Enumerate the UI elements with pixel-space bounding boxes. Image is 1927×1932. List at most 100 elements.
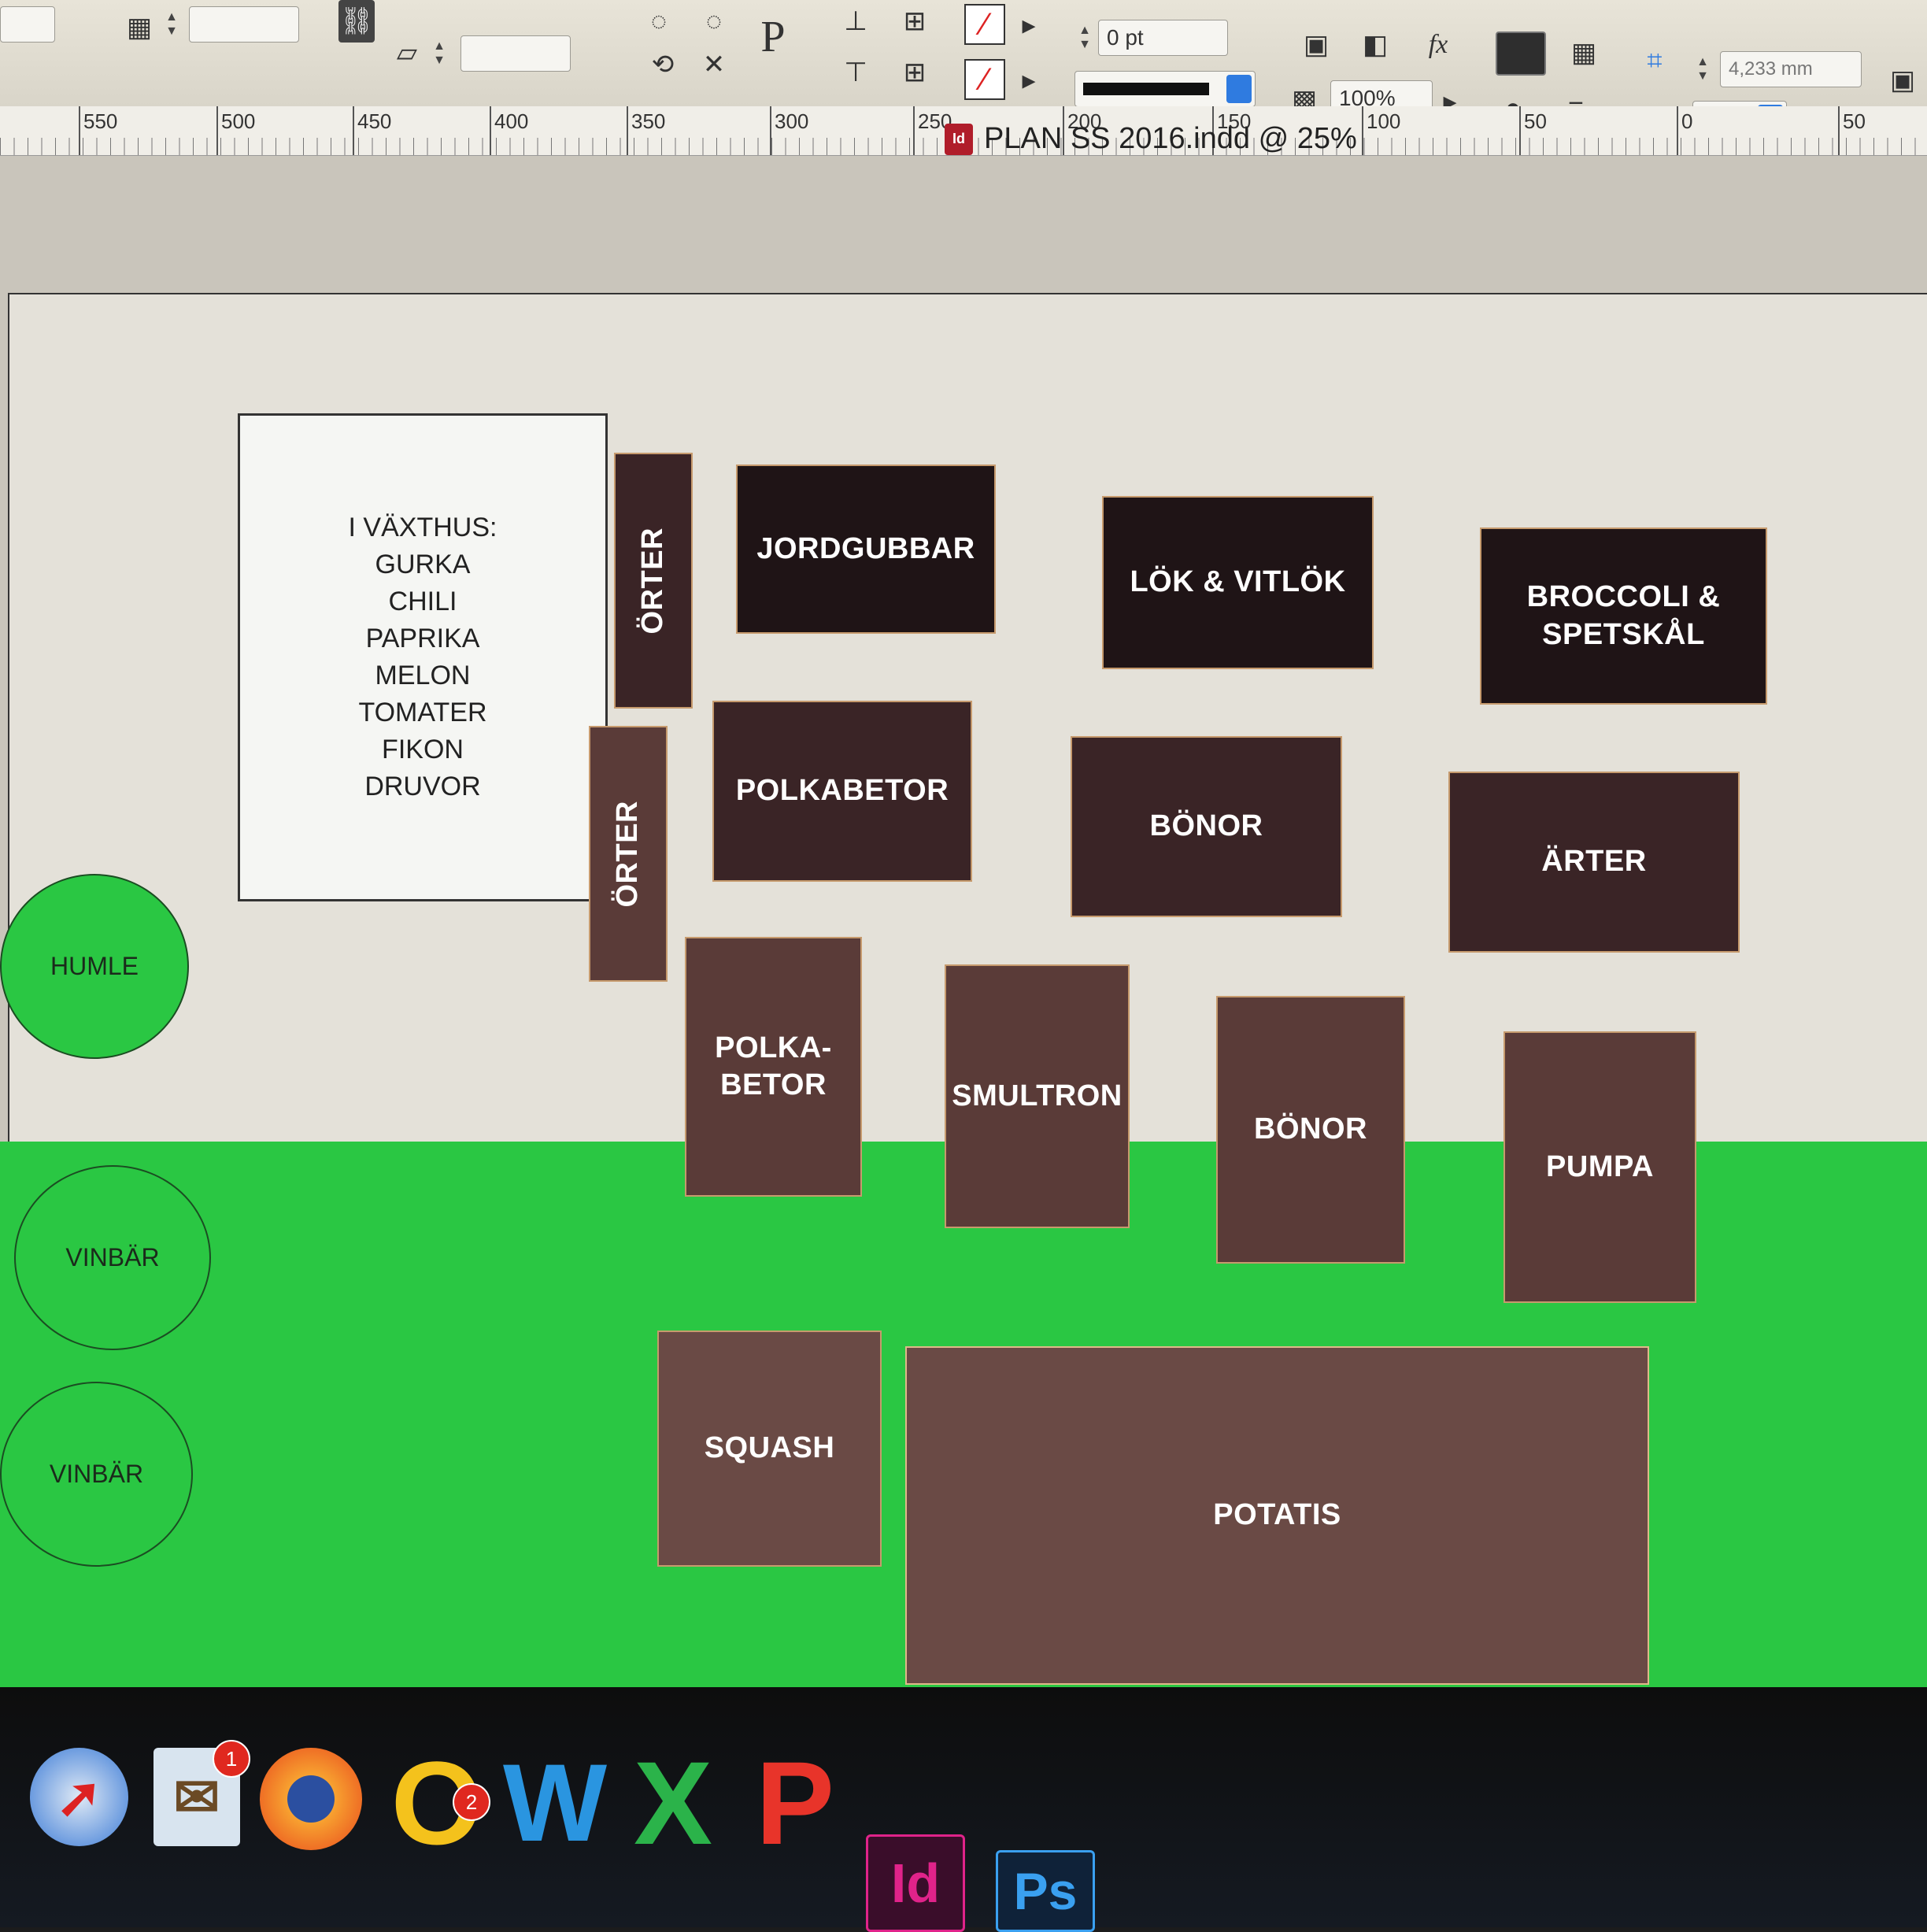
app-letter: Ps [1013,1862,1078,1920]
indesign-icon[interactable]: Id [866,1834,965,1932]
bed-jordgubbar[interactable]: JORDGUBBAR [736,464,996,634]
stroke-swatch-none-icon[interactable]: ⁄ [964,59,1005,100]
fill-swatch-none-icon[interactable]: ⁄ [964,4,1005,45]
flip-icon[interactable]: ⟲ [642,43,684,86]
distribute-icon[interactable]: ⊞ [893,0,936,43]
rotate-icon[interactable]: ◌ [638,0,680,43]
app-letter: X [633,1736,713,1869]
frame-fitting-icon[interactable]: ▣ [1295,24,1337,66]
bed-label: PUMPA [1546,1149,1654,1183]
chain-link-icon[interactable]: ⛓ [338,0,375,43]
align-top-icon[interactable]: ⊥ [834,0,877,43]
ruler-label: 550 [83,109,118,133]
bed-label: JORDGUBBAR [756,531,975,565]
indesign-file-icon: Id [945,123,973,155]
greenhouse-item: MELON [375,661,471,690]
bed-bonor-bottom[interactable]: BÖNOR [1216,996,1405,1264]
bed-label: SPETSKÅL [1542,617,1705,651]
bush-label: HUMLE [50,952,139,980]
spinner[interactable]: ▲ ▼ [429,35,449,72]
bed-bonor-top[interactable]: BÖNOR [1071,736,1342,917]
bed-arter[interactable]: ÄRTER [1448,772,1740,953]
bush-humle[interactable]: HUMLE [0,874,189,1059]
ruler-label: 0 [1681,109,1693,133]
bed-label: LÖK & VITLÖK [1130,565,1346,599]
shear-icon[interactable]: ▱ [386,31,428,74]
bed-broccoli[interactable]: BROCCOLI & SPETSKÅL [1480,527,1767,705]
greenhouse-box[interactable]: I VÄXTHUS: GURKA CHILI PAPRIKA MELON TOM… [238,413,608,901]
bed-label: BETOR [720,1068,827,1101]
shear-field[interactable] [460,35,571,72]
document-tab[interactable]: Id PLAN SS 2016.indd @ 25% [945,122,1357,156]
rotate-cw-icon[interactable]: ◌ [693,0,735,43]
app-letter: P [755,1736,835,1869]
constrain-icon[interactable]: ▦ [118,6,161,49]
greenhouse-heading: I VÄXTHUS: [348,513,497,542]
safari-icon[interactable]: ➚ [30,1748,128,1846]
ruler-label: 50 [1843,109,1866,133]
bed-polka-betor[interactable]: POLKA- BETOR [685,937,862,1197]
herb-bed-top[interactable]: ÖRTER [614,453,693,709]
greenhouse-item: DRUVOR [364,772,481,801]
bed-label: ÖRTER [611,800,645,908]
herb-bed-bottom[interactable]: ÖRTER [589,726,668,982]
bed-label: BÖNOR [1149,809,1263,843]
stroke-type-select[interactable] [1074,71,1256,107]
flip-vertical-icon[interactable]: ✕ [693,43,735,86]
bed-label: BÖNOR [1254,1112,1367,1146]
bed-label: SMULTRON [952,1079,1123,1112]
greenhouse-item: GURKA [375,550,471,579]
bed-polkabetor[interactable]: POLKABETOR [712,701,972,882]
control-panel: ▦ ▲ ▼ ⛓ ▱ ▲ ▼ ◌ ◌ ⟲ ✕ P ⊥ ⊞ ⊤ ⊞ ⁄ ▸ ⁄ ▸ ▲ ▼… [0,0,1927,137]
corner-shape-icon[interactable]: ⌗ [1633,39,1676,82]
bed-potatis[interactable]: POTATIS [905,1346,1649,1685]
bush-label: VINBÄR [65,1243,160,1271]
drop-shadow-icon[interactable]: ◧ [1354,24,1396,66]
bed-pumpa[interactable]: PUMPA [1504,1031,1696,1303]
ruler-label: 500 [221,109,256,133]
paragraph-icon[interactable]: P [752,13,794,61]
bush-label: VINBÄR [49,1460,144,1488]
chevron-right-icon[interactable]: ▸ [1008,59,1050,102]
app-letter: W [502,1741,608,1864]
bed-label: BROCCOLI & [1526,580,1721,613]
mail-badge: 1 [213,1740,250,1778]
panel-menu-icon[interactable]: ▣ [1881,59,1924,102]
bed-label: SQUASH [704,1431,835,1465]
bed-label: POTATIS [1213,1498,1341,1532]
corner-option-icon[interactable] [1496,31,1546,76]
stroke-weight-spinner[interactable]: ▲ ▼ [1074,20,1095,56]
excel-icon[interactable]: X [622,1737,724,1869]
ruler-label: 450 [357,109,392,133]
distribute-h-icon[interactable]: ⊞ [893,51,936,94]
bed-label: ÖRTER [636,527,670,635]
firefox-icon[interactable] [260,1748,362,1850]
effects-icon[interactable]: fx [1417,24,1459,66]
corner-size-spinner[interactable]: ▲ ▼ [1692,51,1713,87]
width-field[interactable] [189,6,299,43]
document-title: PLAN SS 2016.indd @ 25% [984,122,1357,155]
spinner[interactable]: ▲ ▼ [161,6,182,43]
bed-smultron[interactable]: SMULTRON [945,964,1130,1228]
bed-label: ÄRTER [1541,845,1647,879]
stroke-weight-field[interactable]: 0 pt [1098,20,1228,56]
bush-vinbar-top[interactable]: VINBÄR [14,1165,211,1350]
bush-vinbar-bottom[interactable]: VINBÄR [0,1382,193,1567]
ruler-label: 400 [494,109,529,133]
corner-size-field[interactable]: 4,233 mm [1720,51,1862,87]
greenhouse-item: CHILI [388,587,457,616]
greenhouse-item: TOMATER [358,698,487,727]
outlook-badge: 2 [453,1783,490,1821]
word-icon[interactable]: W [503,1741,607,1864]
chevron-right-icon[interactable]: ▸ [1008,4,1050,46]
ruler-label: 350 [631,109,666,133]
bed-lok-vitlok[interactable]: LÖK & VITLÖK [1102,496,1374,669]
app-letter: Id [890,1852,941,1914]
powerpoint-icon[interactable]: P [744,1737,846,1869]
photoshop-icon[interactable]: Ps [996,1850,1095,1932]
align-bottom-icon[interactable]: ⊤ [834,51,877,94]
reference-field[interactable] [0,6,55,43]
wrap-icon[interactable]: ▦ [1563,31,1605,74]
bed-label: POLKA- [715,1031,832,1064]
bed-squash[interactable]: SQUASH [657,1331,882,1567]
